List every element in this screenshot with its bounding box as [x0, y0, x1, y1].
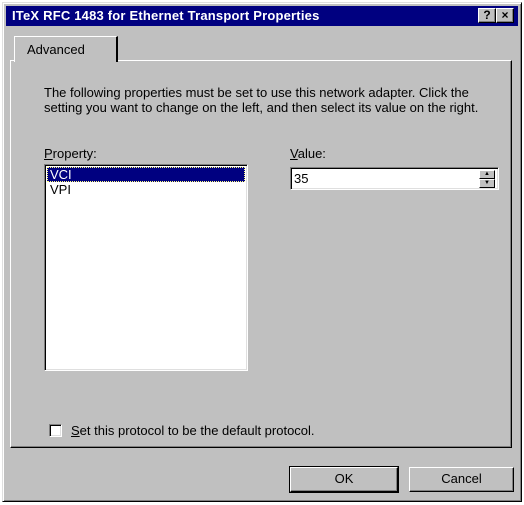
tab-advanced[interactable]: Advanced [14, 36, 118, 62]
help-icon: ? [483, 8, 491, 22]
close-button[interactable]: × [496, 8, 514, 23]
default-protocol-checkbox[interactable] [49, 424, 62, 437]
property-label-mnemonic: P [44, 146, 53, 161]
arrow-down-icon: ▼ [484, 180, 490, 186]
property-label-rest: roperty: [52, 146, 97, 161]
default-protocol-label[interactable]: Set this protocol to be the default prot… [71, 423, 315, 438]
spin-down-button[interactable]: ▼ [479, 179, 495, 188]
tab-advanced-label: Advanced [27, 42, 85, 57]
spin-up-button[interactable]: ▲ [479, 170, 495, 179]
value-label: Value: [290, 146, 326, 161]
description-text: The following properties must be set to … [44, 85, 479, 115]
help-button[interactable]: ? [478, 8, 496, 23]
spinner-buttons: ▲ ▼ [479, 170, 495, 188]
cancel-button[interactable]: Cancel [409, 467, 514, 492]
window-title: ITeX RFC 1483 for Ethernet Transport Pro… [12, 8, 320, 23]
value-label-rest: alue: [297, 146, 326, 161]
property-label: Property: [44, 146, 97, 161]
ok-button[interactable]: OK [289, 466, 399, 493]
cancel-button-label: Cancel [441, 471, 482, 486]
property-listbox[interactable]: VCI VPI [44, 164, 248, 371]
title-bar[interactable]: ITeX RFC 1483 for Ethernet Transport Pro… [6, 6, 518, 26]
value-spinner: ▲ ▼ [290, 167, 499, 190]
value-input[interactable] [294, 170, 464, 186]
arrow-up-icon: ▲ [484, 171, 490, 177]
close-icon: × [501, 8, 509, 22]
value-label-mnemonic: V [290, 146, 298, 161]
ok-button-label: OK [334, 471, 354, 486]
list-item-vci[interactable]: VCI [47, 167, 245, 182]
default-protocol-label-rest: et this protocol to be the default proto… [79, 423, 315, 438]
list-item-vpi[interactable]: VPI [47, 182, 245, 197]
default-protocol-mnemonic: S [71, 423, 80, 438]
